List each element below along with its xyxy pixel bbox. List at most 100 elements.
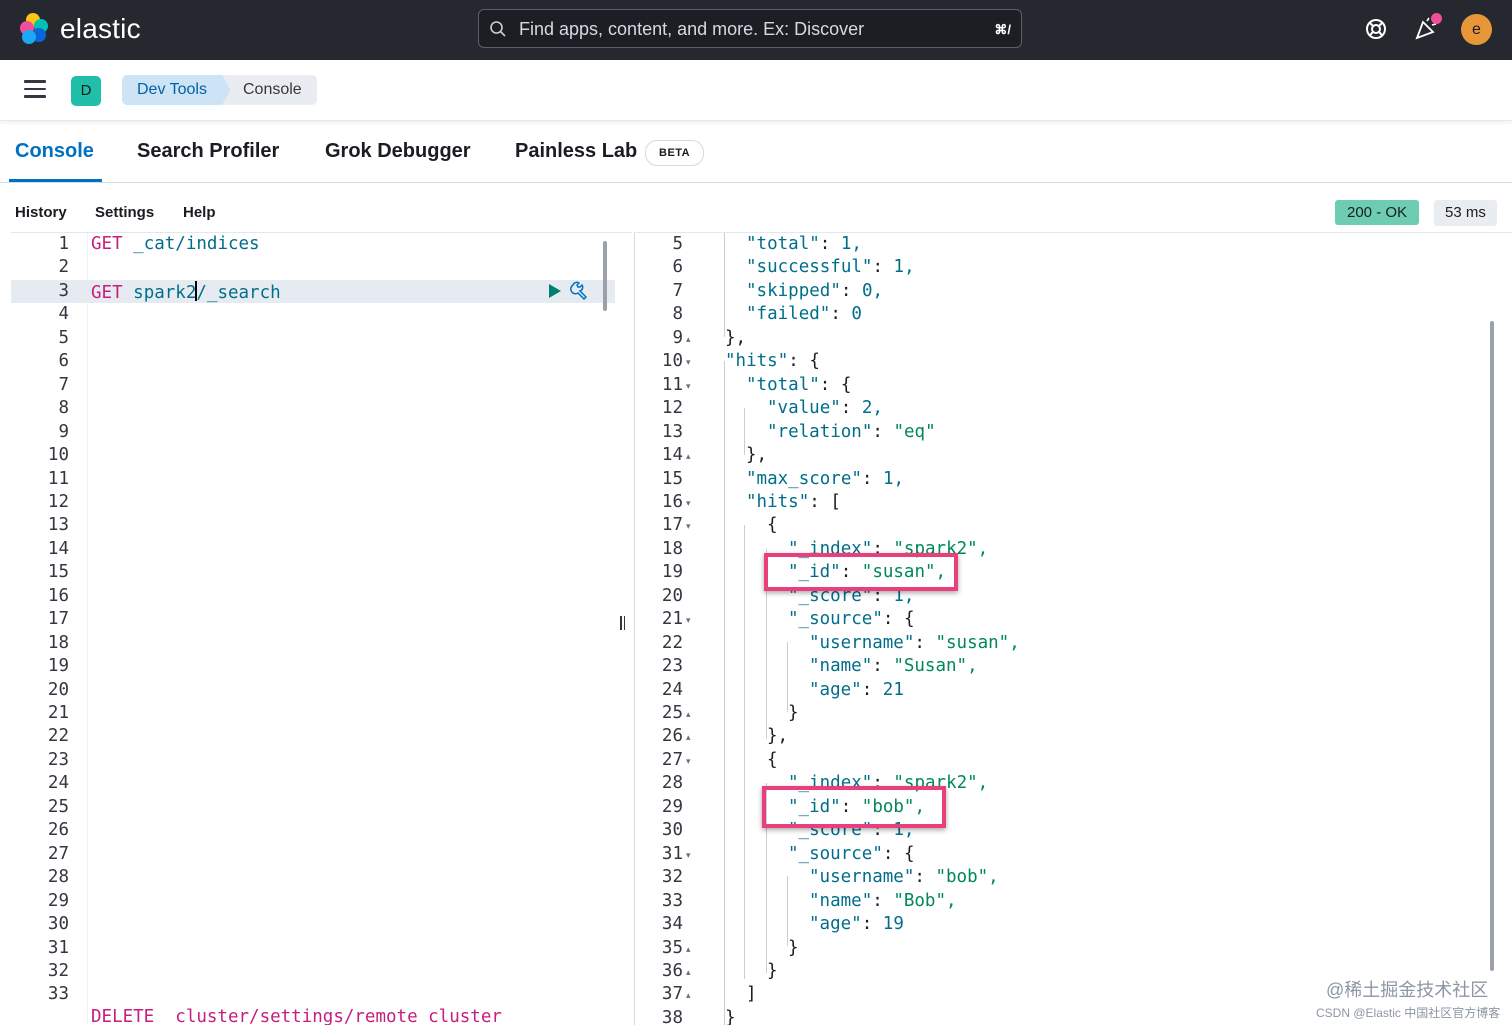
hamburger-menu-icon[interactable] xyxy=(24,80,46,98)
tab-console[interactable]: Console xyxy=(15,140,94,163)
tab-painless-lab[interactable]: Painless Lab xyxy=(515,140,637,163)
json-value: 0 xyxy=(851,304,862,325)
notification-dot xyxy=(1431,13,1442,24)
output-line-number: 30 xyxy=(661,820,683,841)
json-key: relation xyxy=(777,421,862,442)
json-key: name xyxy=(819,656,862,677)
json-value: 1, xyxy=(840,234,862,254)
json-value: 0, xyxy=(861,280,884,301)
fold-toggle-icon[interactable]: ▴ xyxy=(686,709,691,720)
fold-toggle-icon[interactable]: ▴ xyxy=(686,451,691,462)
editor-line-number: 4 xyxy=(58,304,69,325)
search-icon xyxy=(490,21,506,37)
active-tab-indicator xyxy=(9,179,102,182)
fold-toggle-icon[interactable]: ▾ xyxy=(686,615,691,626)
fold-toggle-icon[interactable]: ▾ xyxy=(686,756,691,767)
breadcrumb-dev-tools[interactable]: Dev Tools xyxy=(122,75,232,105)
fold-toggle-icon[interactable]: ▾ xyxy=(686,850,691,861)
output-line-number: 25 xyxy=(661,703,683,723)
fold-toggle-icon[interactable]: ▴ xyxy=(686,990,691,1001)
json-key: value xyxy=(777,398,831,419)
output-line-number: 18 xyxy=(661,538,683,559)
editor-line-number: 10 xyxy=(47,445,69,466)
output-punctuation: { xyxy=(767,515,778,536)
search-placeholder: Find apps, content, and more. Ex: Discov… xyxy=(519,19,865,39)
output-line: }, xyxy=(725,328,746,348)
fold-toggle-icon[interactable]: ▾ xyxy=(686,381,691,392)
editor-line-request-2[interactable]: GET spark2/_search xyxy=(91,281,281,303)
output-line: "username": "bob", xyxy=(809,867,999,888)
output-line: "relation": "eq" xyxy=(767,421,936,442)
output-line-number: 27 xyxy=(661,749,683,770)
json-key: _source xyxy=(798,609,873,630)
panel-resize-handle[interactable] xyxy=(620,616,626,630)
fold-toggle-icon[interactable]: ▴ xyxy=(686,334,691,345)
json-key: age xyxy=(819,679,852,700)
editor-line-number: 16 xyxy=(47,585,69,606)
json-value: 1, xyxy=(883,468,905,489)
editor-line-number: 32 xyxy=(47,960,69,981)
editor-line-request-1[interactable]: GET _cat/indices xyxy=(91,234,260,254)
help-icon[interactable] xyxy=(1363,16,1389,42)
output-line: } xyxy=(725,1008,736,1025)
settings-link[interactable]: Settings xyxy=(95,204,154,221)
json-value: "Susan", xyxy=(893,656,978,677)
space-avatar[interactable]: D xyxy=(71,76,101,106)
output-line-number: 13 xyxy=(661,421,683,442)
editor-scrollbar[interactable] xyxy=(603,241,607,311)
editor-line-number: 9 xyxy=(58,421,69,442)
fold-toggle-icon[interactable]: ▾ xyxy=(686,521,691,532)
json-key: skipped xyxy=(756,280,831,301)
output-line-number: 24 xyxy=(661,679,683,700)
json-value: "eq" xyxy=(893,421,936,442)
output-line: ] xyxy=(746,984,757,1004)
output-line-number: 7 xyxy=(672,280,683,301)
request-path-rest: /_search xyxy=(196,283,281,303)
json-key: total xyxy=(756,374,810,395)
output-line-number: 15 xyxy=(661,468,683,489)
fold-toggle-icon[interactable]: ▴ xyxy=(686,967,691,978)
tab-grok-debugger[interactable]: Grok Debugger xyxy=(325,140,471,163)
editor-line-number: 27 xyxy=(47,843,69,864)
fold-toggle-icon[interactable]: ▾ xyxy=(686,498,691,509)
output-line: }, xyxy=(746,445,767,465)
output-line-number: 22 xyxy=(661,632,683,653)
status-badge: 200 - OK xyxy=(1335,200,1420,225)
wrench-icon[interactable] xyxy=(570,280,590,300)
editor-line-number: 2 xyxy=(58,257,69,278)
global-search-input[interactable]: Find apps, content, and more. Ex: Discov… xyxy=(478,9,1022,48)
json-key: age xyxy=(819,914,852,935)
elastic-logo[interactable]: elastic xyxy=(20,13,141,45)
duration-badge: 53 ms xyxy=(1434,200,1497,226)
output-line-number: 20 xyxy=(661,585,683,606)
output-line-number: 34 xyxy=(661,914,683,935)
elastic-logo-icon xyxy=(20,13,50,45)
search-shortcut: ⌘/ xyxy=(994,22,1011,37)
output-scrollbar[interactable] xyxy=(1490,321,1494,971)
history-link[interactable]: History xyxy=(15,204,67,221)
output-punctuation: } xyxy=(725,1007,736,1025)
editor-line-number: 17 xyxy=(47,609,69,630)
beta-badge: BETA xyxy=(645,140,705,166)
request-editor[interactable]: 1 2 3 4 5 6 7 8 9 10 11 12 13 14 15 16 17 18 19 20 21 22 23 24 2… xyxy=(11,232,632,1025)
json-key: successful xyxy=(756,257,862,278)
json-key: failed xyxy=(756,304,820,325)
editor-line-number: 11 xyxy=(47,468,69,489)
output-line: "skipped": 0, xyxy=(746,280,884,301)
editor-line-number: 25 xyxy=(47,796,69,817)
fold-toggle-icon[interactable]: ▾ xyxy=(686,357,691,368)
output-punctuation: } xyxy=(767,960,778,981)
json-key: hits xyxy=(735,351,778,372)
fold-toggle-icon[interactable]: ▴ xyxy=(686,732,691,743)
brand-name: elastic xyxy=(60,13,141,44)
fold-toggle-icon[interactable]: ▴ xyxy=(686,944,691,955)
editor-line-number: 23 xyxy=(47,749,69,770)
output-line: "max_score": 1, xyxy=(746,468,905,489)
editor-line-partial: DELETE _cluster/settings/remote_cluster xyxy=(91,1007,502,1025)
tab-search-profiler[interactable]: Search Profiler xyxy=(137,140,279,163)
user-avatar[interactable]: e xyxy=(1461,14,1492,45)
help-link[interactable]: Help xyxy=(183,204,216,221)
output-line: } xyxy=(788,703,799,723)
play-icon[interactable] xyxy=(548,283,562,299)
output-line: "age": 21 xyxy=(809,679,904,700)
